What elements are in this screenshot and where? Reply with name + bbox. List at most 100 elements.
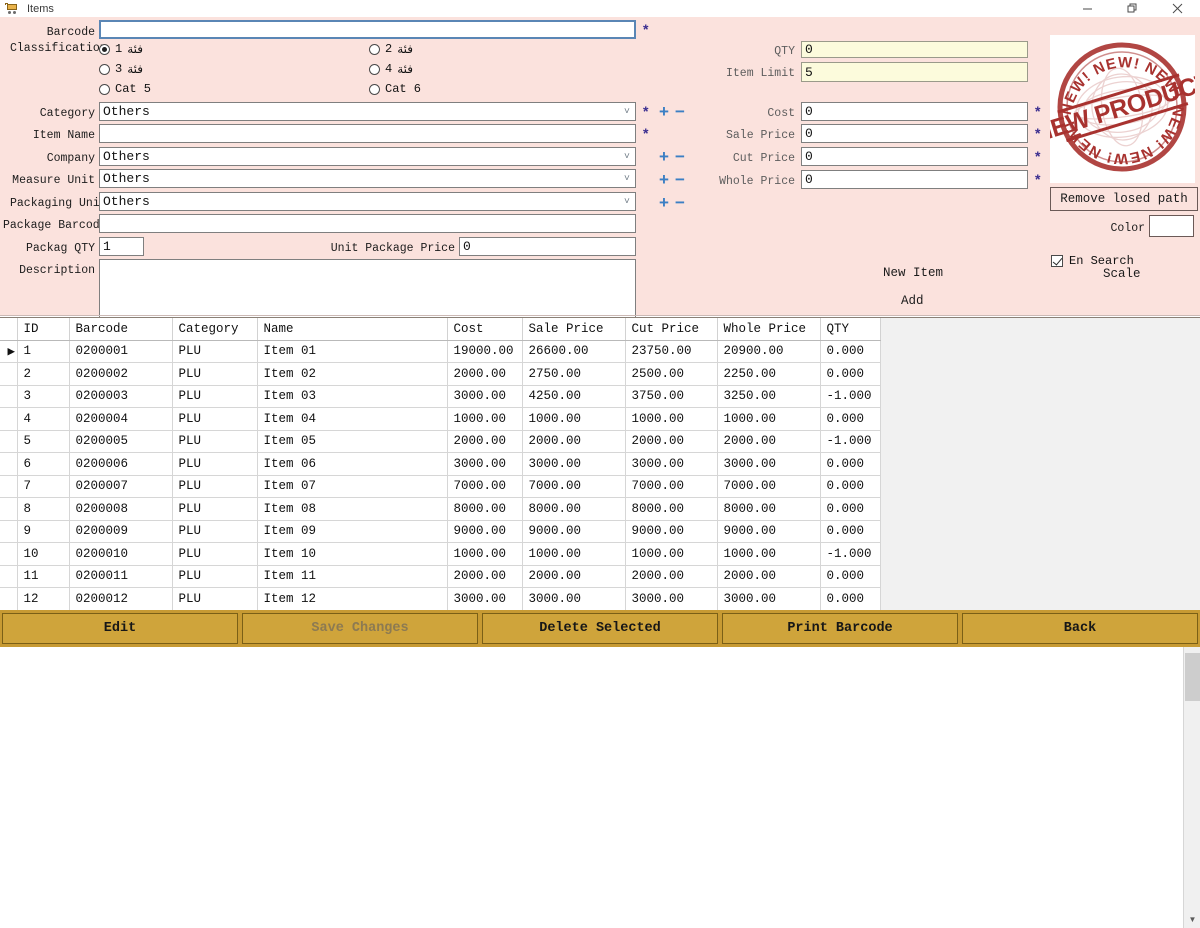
cell-name[interactable]: Item 07 [257, 475, 447, 498]
scroll-down-icon[interactable]: ▼ [1184, 911, 1200, 928]
cell-cost[interactable]: 3000.00 [447, 453, 522, 476]
cell-qty[interactable]: 0.000 [820, 340, 880, 363]
table-row[interactable]: 120200012PLUItem 123000.003000.003000.00… [0, 588, 880, 611]
grid-vertical-scrollbar[interactable]: ▲ ▼ [1183, 635, 1200, 928]
cell-cut-price[interactable]: 9000.00 [625, 520, 717, 543]
cell-barcode[interactable]: 0200009 [69, 520, 172, 543]
row-marker[interactable] [0, 475, 17, 498]
cell-barcode[interactable]: 0200012 [69, 588, 172, 611]
cell-barcode[interactable]: 0200006 [69, 453, 172, 476]
row-marker[interactable] [0, 385, 17, 408]
edit-button[interactable]: Edit [2, 613, 238, 644]
plus-icon[interactable]: + [659, 197, 669, 209]
new-item-button[interactable]: New Item [883, 266, 943, 280]
cell-cost[interactable]: 7000.00 [447, 475, 522, 498]
cell-category[interactable]: PLU [172, 520, 257, 543]
cell-whole-price[interactable]: 3000.00 [717, 588, 820, 611]
cell-sale-price[interactable]: 2000.00 [522, 430, 625, 453]
cell-name[interactable]: Item 01 [257, 340, 447, 363]
cell-qty[interactable]: -1.000 [820, 430, 880, 453]
sale-price-input[interactable] [801, 124, 1028, 143]
table-row[interactable]: 40200004PLUItem 041000.001000.001000.001… [0, 408, 880, 431]
cell-qty[interactable]: 0.000 [820, 588, 880, 611]
category-add-remove-buttons[interactable]: + − [659, 106, 685, 118]
cell-category[interactable]: PLU [172, 453, 257, 476]
cell-cut-price[interactable]: 3000.00 [625, 453, 717, 476]
add-button[interactable]: Add [901, 294, 924, 308]
column-header-cut-price[interactable]: Cut Price [625, 318, 717, 340]
cell-sale-price[interactable]: 3000.00 [522, 588, 625, 611]
cell-sale-price[interactable]: 1000.00 [522, 408, 625, 431]
cell-id[interactable]: 8 [17, 498, 69, 521]
cell-id[interactable]: 10 [17, 543, 69, 566]
cell-whole-price[interactable]: 2000.00 [717, 565, 820, 588]
row-marker[interactable]: ▶ [0, 340, 17, 363]
cell-name[interactable]: Item 09 [257, 520, 447, 543]
cell-cost[interactable]: 1000.00 [447, 408, 522, 431]
cell-qty[interactable]: 0.000 [820, 453, 880, 476]
cell-whole-price[interactable]: 3250.00 [717, 385, 820, 408]
cell-cut-price[interactable]: 1000.00 [625, 408, 717, 431]
description-textarea[interactable] [99, 259, 636, 321]
cell-id[interactable]: 3 [17, 385, 69, 408]
classification-option-3[interactable]: 3 فئة [99, 62, 143, 76]
cell-cut-price[interactable]: 23750.00 [625, 340, 717, 363]
cell-whole-price[interactable]: 2250.00 [717, 363, 820, 386]
packag-qty-input[interactable] [99, 237, 144, 256]
cell-barcode[interactable]: 0200005 [69, 430, 172, 453]
cell-sale-price[interactable]: 7000.00 [522, 475, 625, 498]
cell-qty[interactable]: -1.000 [820, 543, 880, 566]
cell-qty[interactable]: 0.000 [820, 498, 880, 521]
cell-category[interactable]: PLU [172, 340, 257, 363]
cell-name[interactable]: Item 12 [257, 588, 447, 611]
row-marker[interactable] [0, 498, 17, 521]
row-marker[interactable] [0, 430, 17, 453]
table-row[interactable]: 60200006PLUItem 063000.003000.003000.003… [0, 453, 880, 476]
cell-name[interactable]: Item 03 [257, 385, 447, 408]
column-header-cost[interactable]: Cost [447, 318, 522, 340]
cell-whole-price[interactable]: 8000.00 [717, 498, 820, 521]
row-marker[interactable] [0, 565, 17, 588]
minus-icon[interactable]: − [675, 197, 685, 209]
cost-input[interactable] [801, 102, 1028, 121]
cell-category[interactable]: PLU [172, 588, 257, 611]
cell-name[interactable]: Item 05 [257, 430, 447, 453]
cell-category[interactable]: PLU [172, 543, 257, 566]
plus-icon[interactable]: + [659, 151, 669, 163]
cell-name[interactable]: Item 04 [257, 408, 447, 431]
table-row[interactable]: 80200008PLUItem 088000.008000.008000.008… [0, 498, 880, 521]
cell-cut-price[interactable]: 2000.00 [625, 430, 717, 453]
classification-option-1[interactable]: 1 فئة [99, 42, 143, 56]
cell-sale-price[interactable]: 26600.00 [522, 340, 625, 363]
column-header-barcode[interactable]: Barcode [69, 318, 172, 340]
cell-category[interactable]: PLU [172, 475, 257, 498]
cell-sale-price[interactable]: 2000.00 [522, 565, 625, 588]
items-grid-viewport[interactable]: ID Barcode Category Name Cost Sale Price… [0, 318, 1178, 611]
cell-id[interactable]: 9 [17, 520, 69, 543]
remove-losed-path-button[interactable]: Remove losed path [1050, 187, 1198, 211]
plus-icon[interactable]: + [659, 106, 669, 118]
column-header-category[interactable]: Category [172, 318, 257, 340]
cell-cost[interactable]: 3000.00 [447, 588, 522, 611]
cell-category[interactable]: PLU [172, 363, 257, 386]
category-select[interactable]: Others [99, 102, 636, 121]
column-header-sale-price[interactable]: Sale Price [522, 318, 625, 340]
print-barcode-button[interactable]: Print Barcode [722, 613, 958, 644]
whole-price-input[interactable] [801, 170, 1028, 189]
item-limit-input[interactable] [801, 62, 1028, 82]
measure-unit-add-remove-buttons[interactable]: + − [659, 174, 685, 186]
cell-category[interactable]: PLU [172, 430, 257, 453]
cell-barcode[interactable]: 0200011 [69, 565, 172, 588]
cell-id[interactable]: 2 [17, 363, 69, 386]
cell-name[interactable]: Item 02 [257, 363, 447, 386]
cell-qty[interactable]: 0.000 [820, 520, 880, 543]
row-marker[interactable] [0, 363, 17, 386]
cell-sale-price[interactable]: 9000.00 [522, 520, 625, 543]
cell-qty[interactable]: 0.000 [820, 363, 880, 386]
cell-name[interactable]: Item 06 [257, 453, 447, 476]
cell-name[interactable]: Item 11 [257, 565, 447, 588]
cell-cut-price[interactable]: 3000.00 [625, 588, 717, 611]
row-marker[interactable] [0, 408, 17, 431]
row-marker[interactable] [0, 520, 17, 543]
row-marker[interactable] [0, 588, 17, 611]
